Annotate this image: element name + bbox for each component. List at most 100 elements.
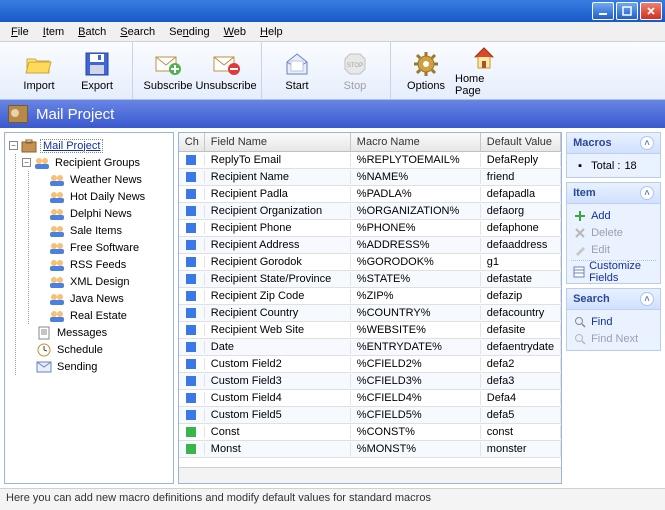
toolbar-label: Home Page bbox=[455, 73, 513, 97]
cell-field-name: Recipient Zip Code bbox=[205, 289, 351, 303]
tree-group-item[interactable]: XML Design bbox=[33, 273, 171, 290]
table-row[interactable]: Custom Field5%CFIELD5%defa5 bbox=[179, 407, 561, 424]
stop-button[interactable]: STOP Stop bbox=[326, 47, 384, 95]
col-macro-name[interactable]: Macro Name bbox=[351, 133, 481, 151]
table-row[interactable]: Custom Field3%CFIELD3%defa3 bbox=[179, 373, 561, 390]
menu-bar: File Item Batch Search Sending Web Help bbox=[0, 22, 665, 42]
tree-schedule[interactable]: Schedule bbox=[20, 341, 171, 358]
users-icon bbox=[49, 189, 65, 205]
project-tree[interactable]: − Mail Project − Recipient Groups Weathe… bbox=[4, 132, 174, 484]
table-row[interactable]: Recipient Name%NAME%friend bbox=[179, 169, 561, 186]
table-row[interactable]: Recipient Organization%ORGANIZATION%defa… bbox=[179, 203, 561, 220]
total-label: Total : bbox=[591, 160, 620, 172]
col-ch[interactable]: Ch bbox=[179, 133, 205, 151]
table-row[interactable]: Recipient State/Province%STATE%defastate bbox=[179, 271, 561, 288]
cell-default-value: monster bbox=[481, 442, 561, 456]
table-row[interactable]: Recipient Country%COUNTRY%defacountry bbox=[179, 305, 561, 322]
minimize-button[interactable] bbox=[592, 2, 614, 20]
chevron-up-icon: ˄ bbox=[640, 136, 654, 150]
table-row[interactable]: Custom Field4%CFIELD4%Defa4 bbox=[179, 390, 561, 407]
menu-file[interactable]: File bbox=[4, 24, 36, 40]
table-row[interactable]: Monst%MONST%monster bbox=[179, 441, 561, 458]
search-find-next[interactable]: Find Next bbox=[571, 330, 656, 347]
menu-help[interactable]: Help bbox=[253, 24, 290, 40]
tree-group-item[interactable]: RSS Feeds bbox=[33, 256, 171, 273]
grid-body[interactable]: ReplyTo Email%REPLYTOEMAIL%DefaReplyReci… bbox=[179, 152, 561, 467]
tree-group-item[interactable]: Free Software bbox=[33, 239, 171, 256]
panel-header[interactable]: Search ˄ bbox=[567, 289, 660, 310]
tree-group-item[interactable]: Weather News bbox=[33, 171, 171, 188]
tree-group-item[interactable]: Sale Items bbox=[33, 222, 171, 239]
col-field-name[interactable]: Field Name bbox=[205, 133, 351, 151]
cell-ch bbox=[179, 358, 205, 370]
cell-field-name: Custom Field5 bbox=[205, 408, 351, 422]
table-row[interactable]: Recipient Zip Code%ZIP%defazip bbox=[179, 288, 561, 305]
tree-group-item[interactable]: Real Estate bbox=[33, 307, 171, 324]
item-add[interactable]: Add bbox=[571, 207, 656, 224]
action-label: Find Next bbox=[591, 333, 638, 345]
cell-macro-name: %CFIELD2% bbox=[351, 357, 481, 371]
item-customize-fields[interactable]: Customize Fields bbox=[571, 263, 656, 280]
tree-root[interactable]: − Mail Project bbox=[7, 137, 171, 154]
tree-recipient-groups[interactable]: − Recipient Groups bbox=[20, 154, 171, 171]
cell-field-name: Date bbox=[205, 340, 351, 354]
mail-plus-icon bbox=[154, 50, 182, 78]
subscribe-button[interactable]: Subscribe bbox=[139, 47, 197, 95]
tree-messages[interactable]: Messages bbox=[20, 324, 171, 341]
color-square-icon bbox=[186, 172, 196, 182]
import-button[interactable]: Import bbox=[10, 47, 68, 95]
menu-item[interactable]: Item bbox=[36, 24, 71, 40]
users-icon bbox=[49, 172, 65, 188]
table-row[interactable]: Const%CONST%const bbox=[179, 424, 561, 441]
table-row[interactable]: Recipient Web Site%WEBSITE%defasite bbox=[179, 322, 561, 339]
menu-batch[interactable]: Batch bbox=[71, 24, 113, 40]
tree-group-item[interactable]: Delphi News bbox=[33, 205, 171, 222]
users-icon bbox=[49, 308, 65, 324]
tree-label: Hot Daily News bbox=[68, 191, 147, 203]
project-header: Mail Project bbox=[0, 100, 665, 128]
item-delete[interactable]: Delete bbox=[571, 224, 656, 241]
cell-ch bbox=[179, 154, 205, 166]
table-row[interactable]: Recipient Padla%PADLA%defapadla bbox=[179, 186, 561, 203]
collapse-icon[interactable]: − bbox=[9, 141, 18, 150]
menu-search[interactable]: Search bbox=[113, 24, 162, 40]
cell-ch bbox=[179, 273, 205, 285]
table-row[interactable]: Custom Field2%CFIELD2%defa2 bbox=[179, 356, 561, 373]
options-button[interactable]: Options bbox=[397, 47, 455, 95]
panel-header[interactable]: Macros ˄ bbox=[567, 133, 660, 154]
cell-default-value: defastate bbox=[481, 272, 561, 286]
cell-ch bbox=[179, 375, 205, 387]
table-row[interactable]: Recipient Phone%PHONE%defaphone bbox=[179, 220, 561, 237]
tree-group-item[interactable]: Hot Daily News bbox=[33, 188, 171, 205]
maximize-button[interactable] bbox=[616, 2, 638, 20]
tree-label: XML Design bbox=[68, 276, 132, 288]
table-row[interactable]: Date%ENTRYDATE%defaentrydate bbox=[179, 339, 561, 356]
unsubscribe-button[interactable]: Unsubscribe bbox=[197, 47, 255, 95]
panel-header[interactable]: Item ˄ bbox=[567, 183, 660, 204]
table-row[interactable]: ReplyTo Email%REPLYTOEMAIL%DefaReply bbox=[179, 152, 561, 169]
export-button[interactable]: Export bbox=[68, 47, 126, 95]
start-button[interactable]: Start bbox=[268, 47, 326, 95]
menu-web[interactable]: Web bbox=[217, 24, 253, 40]
pencil-icon bbox=[573, 243, 587, 257]
gear-icon bbox=[412, 50, 440, 78]
search-find[interactable]: Find bbox=[571, 313, 656, 330]
cell-macro-name: %REPLYTOEMAIL% bbox=[351, 153, 481, 167]
color-square-icon bbox=[186, 427, 196, 437]
close-button[interactable] bbox=[640, 2, 662, 20]
home-page-button[interactable]: Home Page bbox=[455, 47, 513, 95]
cell-macro-name: %GORODOK% bbox=[351, 255, 481, 269]
action-label: Delete bbox=[591, 227, 623, 239]
menu-sending[interactable]: Sending bbox=[162, 24, 216, 40]
title-bar bbox=[0, 0, 665, 22]
item-edit[interactable]: Edit bbox=[571, 241, 656, 258]
collapse-icon[interactable]: − bbox=[22, 158, 31, 167]
col-default-value[interactable]: Default Value bbox=[481, 133, 561, 151]
tree-sending[interactable]: Sending bbox=[20, 358, 171, 375]
tree-group-item[interactable]: Java News bbox=[33, 290, 171, 307]
color-square-icon bbox=[186, 444, 196, 454]
cell-ch bbox=[179, 392, 205, 404]
table-row[interactable]: Recipient Gorodok%GORODOK%g1 bbox=[179, 254, 561, 271]
briefcase-icon bbox=[21, 138, 37, 154]
table-row[interactable]: Recipient Address%ADDRESS%defaaddress bbox=[179, 237, 561, 254]
